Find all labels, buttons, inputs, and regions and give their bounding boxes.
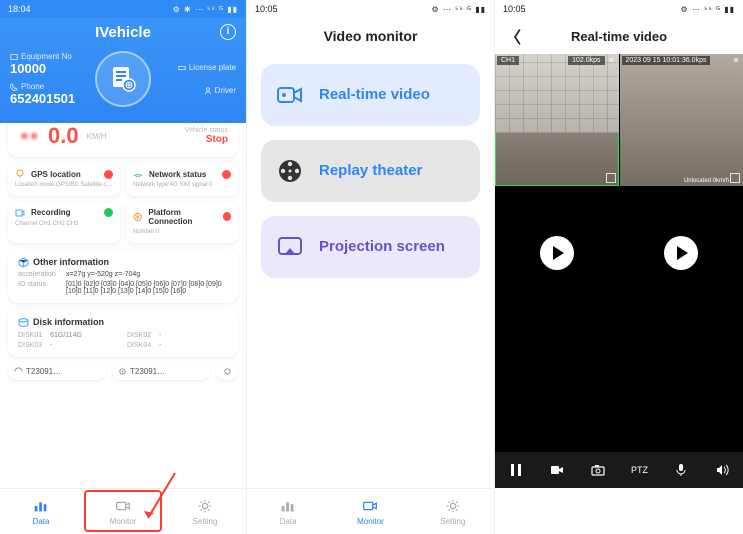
tab-setting[interactable]: Setting	[164, 489, 246, 534]
page-title-bar: 〈 Real-time video	[495, 18, 743, 54]
status-bar: 18:04 ⚙ ✱ ⋯ ⁵⁶ ᴳ ▮▮	[0, 0, 246, 18]
record-button[interactable]	[549, 462, 565, 478]
bitrate-label: 102.0kps	[568, 56, 604, 65]
network-status-dot	[222, 170, 231, 179]
video-control-bar: PTZ	[495, 452, 743, 488]
page-title: Real-time video	[571, 29, 667, 44]
gear-icon	[196, 497, 214, 515]
chart-icon	[32, 497, 50, 515]
status-icons: ⚙ ✱ ⋯ ⁵⁶ ᴳ ▮▮	[173, 5, 238, 14]
app-header: IVehicle i Equipment No 10000 Phone 6524…	[0, 18, 246, 123]
platform-status-dot	[223, 212, 232, 221]
video-cell-2[interactable]: 2023 09 15 10:01:36.0kps ✕ Unlocated 0km…	[620, 54, 743, 186]
close-icon[interactable]: ✕	[607, 56, 617, 66]
video-cell-6[interactable]	[620, 320, 743, 452]
page-title: Video monitor	[247, 18, 494, 54]
gps-status-dot	[104, 170, 113, 179]
option-projection-screen[interactable]: Projection screen	[261, 216, 480, 278]
recording-status-dot	[104, 208, 113, 217]
option-replay-theater[interactable]: Replay theater	[261, 140, 480, 202]
video-icon	[275, 80, 305, 110]
other-info-card: Other information accelerationx=27g y=-5…	[8, 249, 238, 303]
phone-ivehicle-home: 18:04 ⚙ ✱ ⋯ ⁵⁶ ᴳ ▮▮ IVehicle i Equipment…	[0, 0, 247, 534]
video-cell-4[interactable]	[620, 187, 743, 319]
platform-card[interactable]: Platform Connection Number:0	[126, 202, 238, 243]
vehicle-status-value: Stop	[185, 134, 228, 145]
fullscreen-icon[interactable]	[606, 173, 616, 183]
gear-icon	[444, 497, 462, 515]
play-icon[interactable]	[664, 236, 698, 270]
speed-value: 0.0	[48, 123, 79, 149]
driver-label: Driver	[204, 86, 236, 95]
vehicle-status-label: Vehicle status	[185, 127, 228, 134]
summary-left: Equipment No 10000 Phone 652401501	[10, 52, 89, 106]
disk-icon	[18, 317, 29, 328]
status-time: 10:05	[503, 4, 526, 14]
option-realtime-video[interactable]: Real-time video	[261, 64, 480, 126]
equipment-label: Equipment No	[10, 52, 89, 61]
fullscreen-icon[interactable]	[730, 173, 740, 183]
reel-icon	[275, 156, 305, 186]
mic-button[interactable]	[673, 462, 689, 478]
pause-button[interactable]	[508, 462, 524, 478]
tab-data[interactable]: Data	[0, 489, 82, 534]
tab-monitor[interactable]: Monitor	[329, 489, 411, 534]
unlocated-label: Unlocated 0km/h	[684, 178, 729, 184]
highlight-box	[84, 490, 162, 532]
channel-label: CH1	[497, 56, 519, 65]
tab-bar: Data Monitor Setting	[247, 488, 494, 534]
status-icons: ⚙ ⋯ ⁵⁶ ᴳ ▮▮	[432, 5, 486, 14]
speed-unit: KM/H	[87, 132, 107, 141]
snapshot-button[interactable]	[590, 462, 606, 478]
disk-info-card: Disk information DISK0161G/114G DISK02- …	[8, 309, 238, 357]
phone-value: 652401501	[10, 91, 89, 106]
app-title: IVehicle	[95, 24, 151, 41]
tab-data[interactable]: Data	[247, 489, 329, 534]
status-bar: 10:05 ⚙ ⋯ ⁵⁶ ᴳ ▮▮	[247, 0, 494, 18]
video-grid: CH1 102.0kps ✕ 2023 09 15 10:01:36.0kps …	[495, 54, 743, 452]
speaker-button[interactable]	[714, 462, 730, 478]
status-bar: 10:05 ⚙ ⋯ ⁵⁶ ᴳ ▮▮	[495, 0, 743, 18]
license-plate-label: License plate	[178, 63, 236, 72]
network-card[interactable]: Network status Network type:4G SIM signa…	[126, 163, 238, 196]
video-cell-3[interactable]	[495, 187, 619, 319]
device-chips: T23091… T23091…	[0, 363, 246, 384]
close-icon[interactable]: ✕	[731, 56, 741, 66]
info-icon[interactable]: i	[220, 24, 236, 40]
timestamp-label: 2023 09 15 10:01:36.0kps	[622, 56, 711, 65]
vehicle-summary: Equipment No 10000 Phone 652401501 Licen…	[10, 51, 236, 107]
phone-video-monitor: 10:05 ⚙ ⋯ ⁵⁶ ᴳ ▮▮ Video monitor Real-tim…	[247, 0, 495, 534]
app-logo	[95, 51, 151, 107]
chart-icon	[279, 497, 297, 515]
app-title-row: IVehicle i	[10, 24, 236, 41]
cast-icon	[275, 232, 305, 262]
tab-setting[interactable]: Setting	[412, 489, 494, 534]
phone-label: Phone	[10, 82, 89, 91]
recording-card[interactable]: Recording Channel:CH1 CH2 CH3	[8, 202, 120, 243]
device-chip-1[interactable]: T23091…	[8, 363, 106, 380]
video-cell-1[interactable]: CH1 102.0kps ✕	[495, 54, 619, 186]
video-cell-5[interactable]	[495, 320, 619, 452]
gps-card[interactable]: GPS location Location mode:GPS/BD Satell…	[8, 163, 120, 196]
summary-right: License plate Driver	[157, 63, 236, 95]
back-button[interactable]: 〈	[505, 24, 521, 48]
play-icon[interactable]	[540, 236, 574, 270]
option-list: Real-time video Replay theater Projectio…	[247, 54, 494, 288]
device-chip-more[interactable]	[216, 363, 238, 380]
equipment-value: 10000	[10, 61, 89, 76]
status-time: 18:04	[8, 4, 31, 14]
wheels-icon	[18, 128, 42, 144]
cube-icon	[18, 257, 29, 268]
status-icons: ⚙ ⋯ ⁵⁶ ᴳ ▮▮	[681, 5, 735, 14]
device-chip-2[interactable]: T23091…	[112, 363, 210, 380]
phone-realtime-video: 10:05 ⚙ ⋯ ⁵⁶ ᴳ ▮▮ 〈 Real-time video CH1 …	[495, 0, 743, 534]
status-time: 10:05	[255, 4, 278, 14]
main-scroll[interactable]: 0.0 KM/H Vehicle status Stop GPS locatio…	[0, 115, 246, 357]
camera-icon	[361, 497, 379, 515]
ptz-button[interactable]: PTZ	[631, 465, 648, 475]
